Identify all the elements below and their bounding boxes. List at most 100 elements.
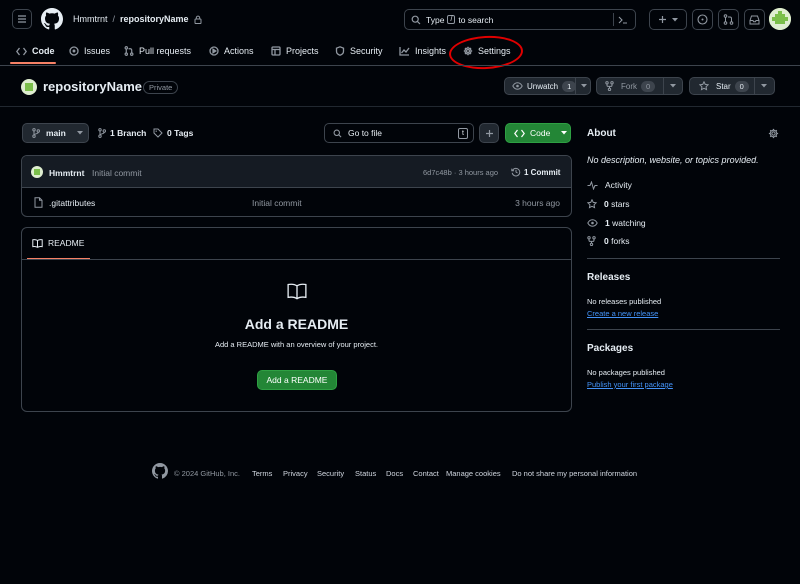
- file-icon: [34, 197, 43, 208]
- tab-issues-label: Issues: [84, 46, 111, 56]
- stars-count: 0: [604, 199, 609, 209]
- tab-code[interactable]: Code: [16, 42, 55, 60]
- tab-code-label: Code: [32, 46, 55, 56]
- breadcrumb-owner[interactable]: Hmmtrnt: [73, 14, 108, 24]
- user-avatar[interactable]: [769, 8, 791, 30]
- footer-link-privacy[interactable]: Privacy: [283, 469, 308, 478]
- search-prefix: Type: [426, 14, 445, 25]
- inbox-icon: [749, 15, 760, 24]
- repo-title[interactable]: repositoryName: [43, 79, 142, 94]
- sidebar-divider: [587, 258, 780, 259]
- breadcrumb: Hmmtrnt / repositoryName: [73, 14, 202, 24]
- watching-link[interactable]: 1 watching: [587, 218, 646, 228]
- tabs-divider: [0, 65, 800, 66]
- stars-link[interactable]: 0 stars: [587, 199, 630, 209]
- footer-link-docs[interactable]: Docs: [386, 469, 403, 478]
- forks-label: forks: [611, 236, 630, 246]
- pull-requests-nav-button[interactable]: [718, 9, 739, 30]
- commit-author[interactable]: Hmmtrnt: [49, 168, 84, 178]
- caret-down-icon: [561, 131, 568, 135]
- releases-title[interactable]: Releases: [587, 272, 630, 283]
- commits-link[interactable]: 1 Commit: [511, 167, 560, 177]
- play-icon: [209, 46, 219, 56]
- caret-down-icon[interactable]: [670, 84, 676, 88]
- fork-count: 0: [641, 80, 656, 92]
- pulse-icon: [587, 180, 598, 190]
- footer-link-contact[interactable]: Contact: [413, 469, 439, 478]
- tab-pull-requests[interactable]: Pull requests: [124, 42, 191, 60]
- inbox-button[interactable]: [744, 9, 765, 30]
- tag-icon: [153, 128, 163, 138]
- search-input[interactable]: Type / to search: [404, 9, 636, 30]
- create-release-link[interactable]: Create a new release: [587, 309, 658, 318]
- commit-hash-time[interactable]: 6d7c48b · 3 hours ago: [423, 168, 498, 177]
- watching-count: 1: [605, 218, 610, 228]
- tab-insights-label: Insights: [415, 46, 447, 56]
- about-settings-gear-icon[interactable]: [768, 128, 779, 139]
- activity-label: Activity: [605, 180, 632, 190]
- packages-empty: No packages published: [587, 368, 665, 377]
- fork-button[interactable]: Fork 0: [596, 77, 683, 95]
- caret-down-icon[interactable]: [761, 84, 767, 88]
- branch-icon: [32, 128, 40, 138]
- goto-file-input[interactable]: Go to file t: [324, 123, 474, 143]
- issues-nav-button[interactable]: [692, 9, 713, 30]
- tags-link[interactable]: 0 Tags: [153, 128, 193, 138]
- command-palette-icon[interactable]: [613, 13, 631, 26]
- commit-author-avatar[interactable]: [31, 166, 43, 178]
- branches-link[interactable]: 1 Branch: [98, 128, 146, 138]
- footer-link-security[interactable]: Security: [317, 469, 344, 478]
- add-readme-button[interactable]: Add a README: [257, 370, 337, 390]
- commit-message[interactable]: Initial commit: [92, 168, 142, 178]
- branch-name: main: [46, 128, 66, 138]
- star-dropdown-divider: [754, 78, 755, 94]
- caret-down-icon: [76, 131, 83, 135]
- create-new-button[interactable]: [649, 9, 687, 30]
- tab-insights[interactable]: Insights: [399, 42, 446, 60]
- plus-icon: [485, 129, 493, 137]
- unwatch-label: Unwatch: [527, 81, 559, 91]
- readme-tab[interactable]: README: [32, 238, 84, 248]
- unwatch-button[interactable]: Unwatch 1: [504, 77, 591, 95]
- footer-copyright: © 2024 GitHub, Inc.: [174, 469, 240, 478]
- star-label: Star: [716, 81, 731, 91]
- history-icon: [511, 167, 521, 177]
- file-name[interactable]: .gitattributes: [49, 198, 95, 208]
- pull-request-icon: [124, 46, 134, 56]
- file-time: 3 hours ago: [515, 198, 560, 208]
- tab-actions[interactable]: Actions: [209, 42, 254, 60]
- github-footer-logo-icon[interactable]: [152, 463, 168, 479]
- footer-link-terms[interactable]: Terms: [252, 469, 272, 478]
- forks-link[interactable]: 0 forks: [587, 236, 630, 246]
- branches-count: 1 Branch: [110, 128, 147, 138]
- caret-down-icon[interactable]: [581, 84, 587, 88]
- activity-link[interactable]: Activity: [587, 180, 632, 190]
- issue-icon: [69, 46, 79, 56]
- breadcrumb-repo[interactable]: repositoryName: [120, 14, 189, 24]
- branch-selector[interactable]: main: [22, 123, 89, 143]
- footer-link-do-not-share[interactable]: Do not share my personal information: [512, 469, 637, 478]
- tab-projects[interactable]: Projects: [271, 42, 319, 60]
- readme-box: README Add a README Add a README with an…: [21, 227, 572, 412]
- active-tab-underline: [10, 62, 56, 64]
- footer-link-status[interactable]: Status: [355, 469, 376, 478]
- footer-link-manage-cookies[interactable]: Manage cookies: [446, 469, 501, 478]
- publish-package-link[interactable]: Publish your first package: [587, 380, 673, 389]
- add-file-button[interactable]: [479, 123, 499, 143]
- fork-dropdown-divider: [663, 78, 664, 94]
- about-description: No description, website, or topics provi…: [587, 155, 759, 165]
- pull-request-icon: [723, 14, 734, 25]
- file-commit-message[interactable]: Initial commit: [252, 198, 302, 208]
- tab-security-label: Security: [350, 46, 383, 56]
- issue-icon: [697, 14, 708, 25]
- github-logo-icon[interactable]: [41, 8, 63, 30]
- star-button[interactable]: Star 0: [689, 77, 775, 95]
- tab-security[interactable]: Security: [335, 42, 383, 60]
- tab-issues[interactable]: Issues: [69, 42, 110, 60]
- search-key-hint: /: [447, 15, 456, 24]
- menu-button[interactable]: [12, 9, 32, 29]
- packages-title[interactable]: Packages: [587, 343, 633, 354]
- readme-empty-description: Add a README with an overview of your pr…: [215, 340, 378, 349]
- code-dropdown-button[interactable]: Code: [505, 123, 571, 143]
- file-row[interactable]: .gitattributes Initial commit 3 hours ag…: [22, 188, 571, 216]
